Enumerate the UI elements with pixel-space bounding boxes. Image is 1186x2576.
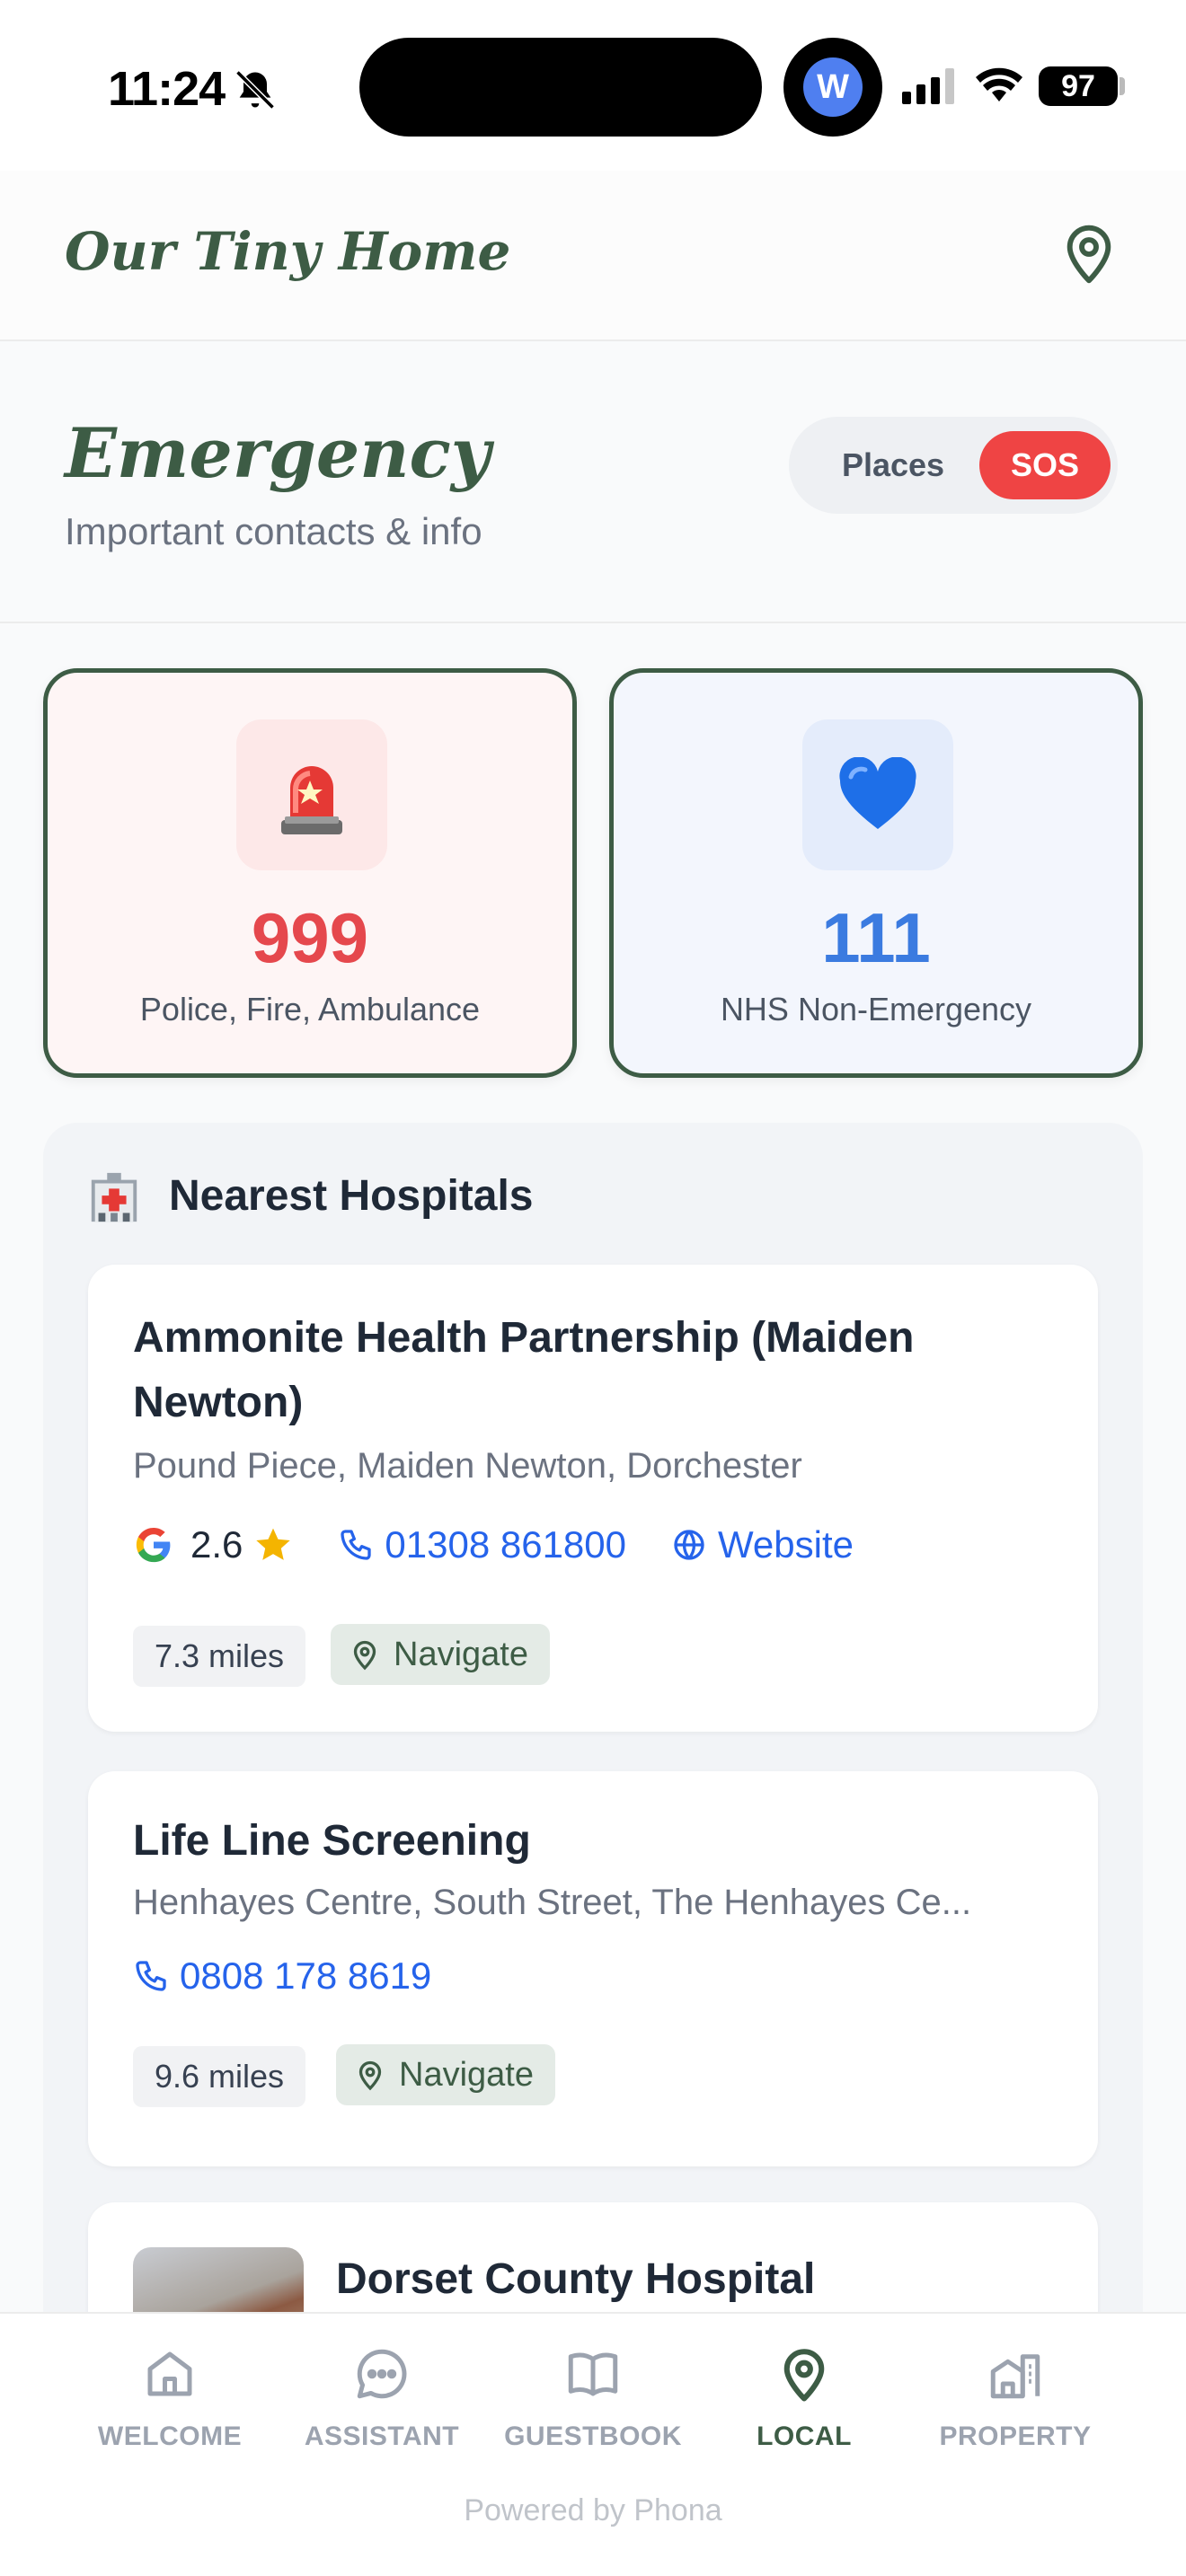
nav-guestbook[interactable]: GUESTBOOK — [490, 2344, 696, 2452]
phone-icon — [136, 1961, 166, 1991]
rating-value: 2.6 — [190, 1523, 243, 1566]
hospital-card[interactable]: Ammonite Health Partnership (Maiden Newt… — [88, 1265, 1098, 1732]
nav-local[interactable]: LOCAL — [701, 2344, 907, 2452]
battery-indicator: 97 — [1039, 66, 1118, 106]
hospital-icon — [91, 1172, 137, 1222]
star-icon — [256, 1528, 291, 1560]
emergency-label: NHS Non-Emergency — [720, 991, 1032, 1028]
bell-slash-icon — [235, 70, 275, 110]
chat-icon — [357, 2349, 407, 2399]
emergency-label: Police, Fire, Ambulance — [139, 991, 481, 1028]
dynamic-island — [359, 38, 762, 137]
toggle-sos[interactable]: SOS — [979, 431, 1111, 499]
nav-label: PROPERTY — [939, 2422, 1092, 2451]
hospital-card[interactable]: Life Line Screening Henhayes Centre, Sou… — [88, 1771, 1098, 2166]
nav-label: LOCAL — [757, 2422, 852, 2451]
hospital-address: Pound Piece, Maiden Newton, Dorchester — [133, 1446, 802, 1486]
blue-heart-icon — [839, 757, 916, 829]
navigate-label: Navigate — [399, 2055, 534, 2094]
hospital-name: Life Line Screening — [133, 1817, 531, 1865]
map-pin-icon[interactable] — [1060, 223, 1118, 286]
distance-chip: 9.6 miles — [133, 2046, 306, 2107]
nav-label: ASSISTANT — [304, 2422, 460, 2451]
clock: 11:24 — [108, 62, 226, 116]
status-bar: 11:24 W 97 — [0, 0, 1186, 171]
building-icon — [990, 2354, 1040, 2399]
globe-icon — [674, 1530, 704, 1560]
hospital-name: Dorset County Hospital — [336, 2255, 816, 2303]
phone-link[interactable]: 0808 178 8619 — [180, 1954, 431, 1998]
nav-label: GUESTBOOK — [504, 2422, 682, 2451]
map-pin-icon — [783, 2349, 825, 2402]
navigate-label: Navigate — [394, 1635, 528, 1673]
book-icon — [568, 2352, 618, 2396]
wifi-icon — [976, 67, 1022, 101]
account-initial: W — [803, 57, 863, 117]
map-pin-icon — [358, 2060, 382, 2091]
hospital-address: Henhayes Centre, South Street, The Henha… — [133, 1883, 972, 1922]
nav-assistant[interactable]: ASSISTANT — [279, 2344, 485, 2452]
page-subtitle: Important contacts & info — [65, 510, 482, 552]
siren-icon — [281, 766, 342, 834]
section-title: Nearest Hospitals — [169, 1172, 534, 1220]
phone-icon — [341, 1530, 372, 1560]
website-link[interactable]: Website — [718, 1523, 854, 1566]
navigate-button[interactable]: Navigate — [336, 2044, 555, 2105]
bottom-nav: WELCOME ASSISTANT GUESTBOOK LOCAL PROPER… — [0, 2312, 1186, 2576]
account-badge[interactable]: W — [783, 38, 882, 137]
brand-title[interactable]: Our Tiny Home — [65, 221, 510, 282]
hospital-meta: 2.6 01308 861800 Website — [133, 1518, 854, 1572]
places-sos-toggle: Places SOS — [789, 417, 1118, 514]
powered-by: Powered by Phona — [464, 2493, 722, 2527]
battery-tip — [1120, 77, 1125, 95]
emergency-number: 111 — [821, 898, 931, 977]
navigate-button[interactable]: Navigate — [331, 1624, 550, 1685]
distance-chip: 7.3 miles — [133, 1626, 306, 1687]
app-header: Our Tiny Home — [0, 171, 1186, 341]
nav-property[interactable]: PROPERTY — [912, 2344, 1119, 2452]
page-title: Emergency — [65, 413, 491, 493]
emergency-card-999[interactable]: 999 Police, Fire, Ambulance — [43, 668, 577, 1078]
cellular-signal-icon — [902, 68, 954, 104]
emergency-number: 999 — [251, 898, 369, 977]
google-logo-icon — [136, 1527, 171, 1563]
emergency-card-111[interactable]: 111 NHS Non-Emergency — [609, 668, 1143, 1078]
nearest-hospitals-panel: Nearest Hospitals Ammonite Health Partne… — [43, 1123, 1143, 2380]
toggle-places[interactable]: Places — [812, 435, 974, 496]
phone-link[interactable]: 01308 861800 — [385, 1523, 626, 1566]
hospital-meta: 0808 178 8619 — [133, 1949, 476, 2003]
nav-welcome[interactable]: WELCOME — [66, 2344, 273, 2452]
hospital-name: Ammonite Health Partnership (Maiden Newt… — [133, 1314, 915, 1426]
heart-icon-box — [802, 719, 953, 870]
nav-label: WELCOME — [97, 2422, 243, 2451]
home-icon — [147, 2351, 192, 2396]
section-header: Emergency Important contacts & info Plac… — [0, 343, 1186, 623]
siren-icon-box — [236, 719, 387, 870]
map-pin-icon — [353, 1640, 376, 1671]
